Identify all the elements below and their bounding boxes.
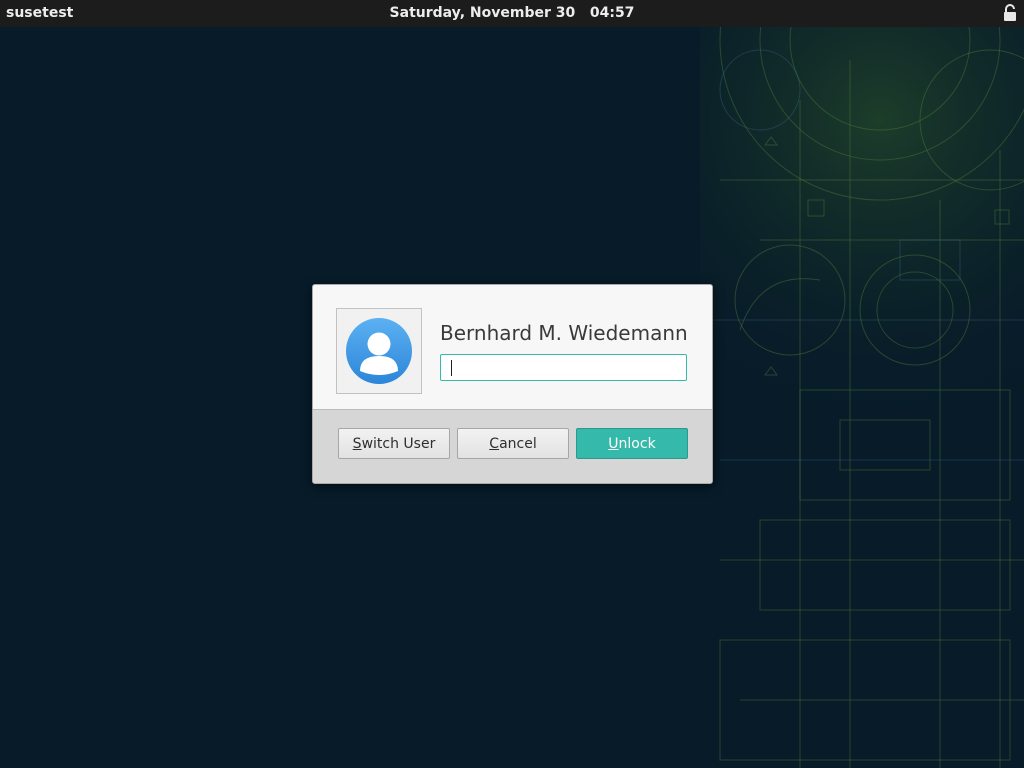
- unlock-dialog: Bernhard M. Wiedemann Switch User Cancel…: [312, 284, 713, 484]
- lock-icon: [1004, 4, 1016, 21]
- switch-user-label: witch User: [361, 435, 436, 452]
- user-name: Bernhard M. Wiedemann: [440, 321, 688, 345]
- unlock-label: nlock: [618, 435, 656, 452]
- switch-user-button[interactable]: Switch User: [338, 428, 450, 459]
- unlock-button[interactable]: Unlock: [576, 428, 688, 459]
- lock-screen: susetest Saturday, November 30 04:57 Ber…: [0, 0, 1024, 768]
- unlock-mnemonic: U: [608, 435, 619, 452]
- cancel-label: ancel: [499, 435, 537, 452]
- switch-user-mnemonic: S: [352, 435, 362, 452]
- password-input[interactable]: [440, 354, 687, 381]
- dialog-header-area: Bernhard M. Wiedemann: [313, 285, 712, 409]
- user-avatar-icon: [346, 318, 412, 384]
- avatar: [336, 308, 422, 394]
- time-label: 04:57: [589, 5, 635, 21]
- cancel-button[interactable]: Cancel: [457, 428, 569, 459]
- clock: Saturday, November 30 04:57: [0, 5, 1024, 21]
- top-panel: susetest Saturday, November 30 04:57: [0, 0, 1024, 27]
- text-cursor: [451, 360, 452, 376]
- date-label: Saturday, November 30: [389, 5, 576, 21]
- cancel-mnemonic: C: [489, 435, 500, 452]
